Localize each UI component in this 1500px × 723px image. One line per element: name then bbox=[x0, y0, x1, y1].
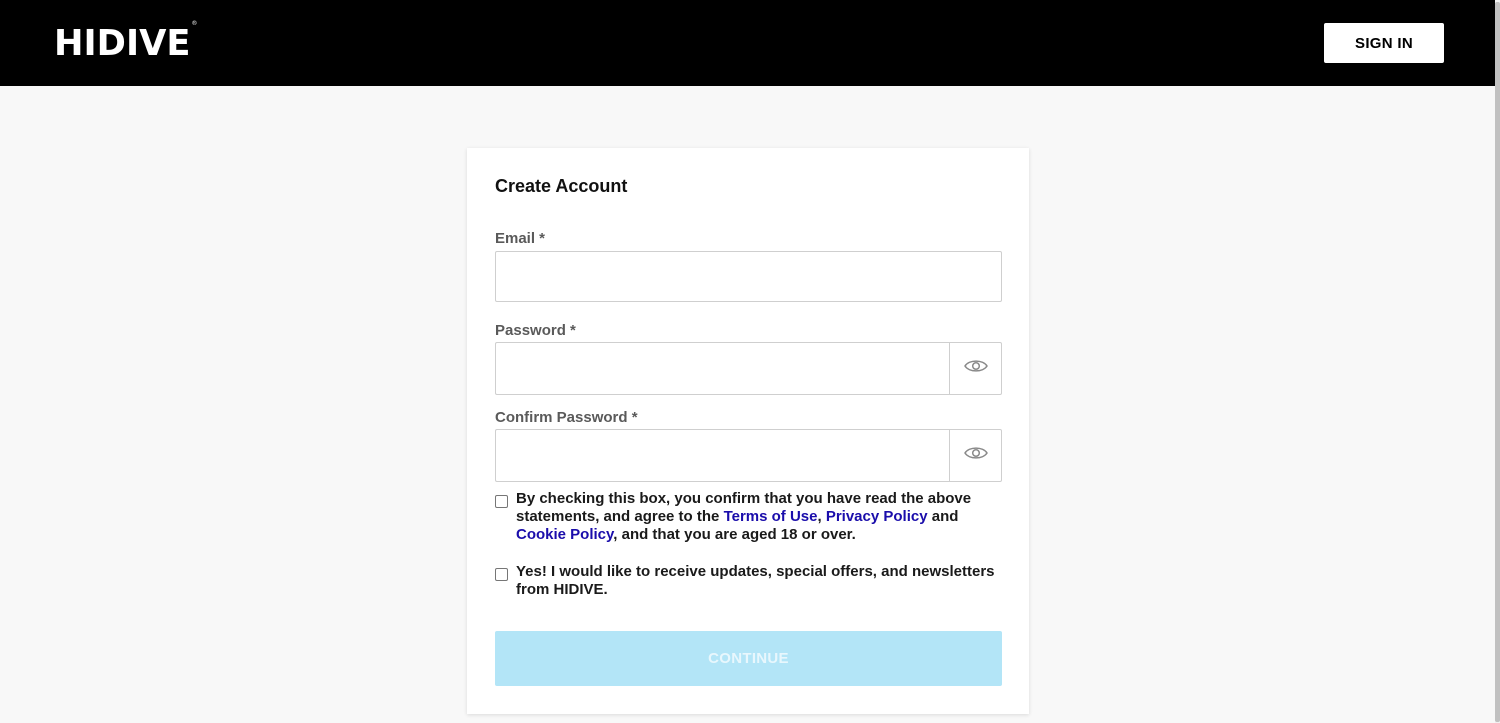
email-field[interactable] bbox=[495, 251, 1002, 302]
logo-text: HIDIVE bbox=[54, 23, 191, 64]
cookie-policy-link[interactable]: Cookie Policy bbox=[516, 526, 613, 543]
terms-checkbox[interactable] bbox=[495, 495, 508, 508]
confirm-password-label: Confirm Password * bbox=[495, 409, 638, 426]
password-field[interactable] bbox=[495, 342, 950, 395]
show-confirm-password-toggle[interactable] bbox=[949, 429, 1002, 482]
page-title: Create Account bbox=[495, 176, 628, 196]
terms-separator: , bbox=[817, 508, 826, 525]
email-label: Email * bbox=[495, 230, 546, 247]
continue-button[interactable]: CONTINUE bbox=[495, 631, 1002, 686]
privacy-policy-link[interactable]: Privacy Policy bbox=[826, 508, 928, 525]
hidive-logo[interactable]: HIDIVE ® bbox=[54, 21, 197, 64]
password-label: Password * bbox=[495, 322, 576, 339]
logo-registered-mark: ® bbox=[191, 20, 198, 27]
newsletter-consent-text: Yes! I would like to receive updates, sp… bbox=[516, 563, 995, 598]
page-scrollbar[interactable] bbox=[1495, 0, 1500, 723]
scrollbar-thumb[interactable] bbox=[1495, 2, 1500, 722]
eye-icon bbox=[963, 445, 988, 466]
terms-consent-text: By checking this box, you confirm that y… bbox=[516, 490, 1006, 544]
terms-of-use-link[interactable]: Terms of Use bbox=[724, 508, 818, 525]
terms-text-after: , and that you are aged 18 or over. bbox=[613, 526, 856, 543]
sign-in-button[interactable]: SIGN IN bbox=[1324, 23, 1444, 63]
show-password-toggle[interactable] bbox=[949, 342, 1002, 395]
confirm-password-field[interactable] bbox=[495, 429, 950, 482]
top-navigation-bar: HIDIVE ® SIGN IN bbox=[0, 0, 1495, 86]
eye-icon bbox=[963, 358, 988, 379]
terms-and-text: and bbox=[927, 508, 959, 525]
newsletter-checkbox[interactable] bbox=[495, 568, 508, 581]
create-account-card: Create Account Email * Password * Confir… bbox=[467, 148, 1029, 714]
